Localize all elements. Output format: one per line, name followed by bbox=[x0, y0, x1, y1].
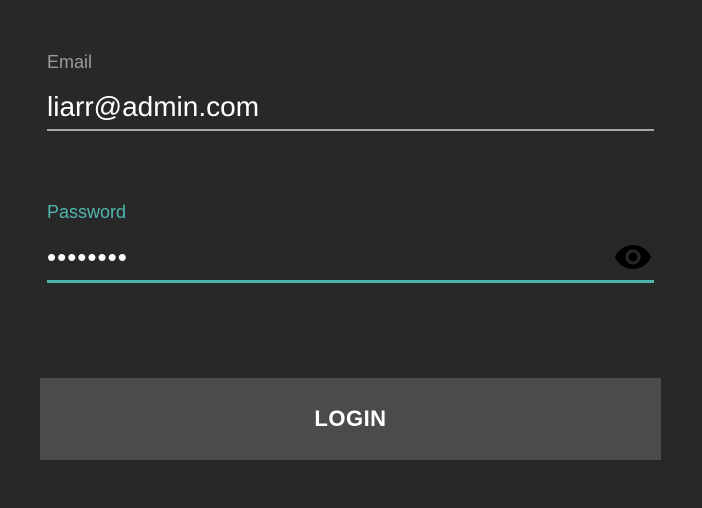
password-field[interactable]: Password •••••••• bbox=[47, 202, 654, 283]
login-button-label: LOGIN bbox=[314, 406, 387, 431]
eye-icon bbox=[615, 245, 651, 269]
password-label: Password bbox=[47, 202, 127, 222]
email-label: Email bbox=[47, 52, 93, 72]
email-input[interactable]: liarr@admin.com bbox=[47, 90, 259, 124]
password-input[interactable]: •••••••• bbox=[47, 242, 128, 272]
login-screen: Email liarr@admin.com Password •••••••• … bbox=[0, 0, 702, 508]
password-underline bbox=[47, 280, 654, 283]
login-button[interactable]: LOGIN bbox=[40, 378, 661, 460]
email-underline bbox=[47, 129, 654, 131]
password-visibility-toggle[interactable] bbox=[613, 243, 653, 271]
email-field[interactable]: Email liarr@admin.com bbox=[47, 52, 654, 131]
